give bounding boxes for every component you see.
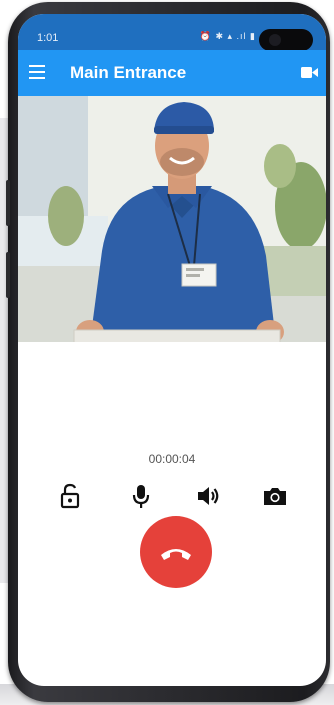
front-camera xyxy=(259,29,313,51)
video-feed xyxy=(18,96,326,342)
phone-hangup-icon xyxy=(161,549,191,560)
unlock-icon[interactable] xyxy=(56,482,84,510)
call-timer: 00:00:04 xyxy=(148,452,196,466)
camera-icon[interactable] xyxy=(261,482,289,510)
call-controls xyxy=(18,482,326,512)
app-bar: Main Entrance xyxy=(18,50,326,96)
speaker-icon[interactable] xyxy=(194,482,222,510)
page-title: Main Entrance xyxy=(70,63,187,82)
hang-up-button[interactable] xyxy=(140,516,212,588)
status-time: 1:01 xyxy=(37,32,59,44)
side-button xyxy=(6,252,10,298)
volume-button xyxy=(6,180,10,226)
status-icons: ⏰ ✱ ▴ .ıl ▮ xyxy=(199,31,256,41)
status-bar: 1:01 ⏰ ✱ ▴ .ıl ▮ xyxy=(18,14,326,51)
hamburger-menu-icon[interactable] xyxy=(29,65,45,79)
video-camera-icon[interactable] xyxy=(301,66,318,79)
phone-screen: 1:01 ⏰ ✱ ▴ .ıl ▮ Main Entrance 00:00:04 xyxy=(18,14,326,686)
microphone-icon[interactable] xyxy=(127,482,155,510)
